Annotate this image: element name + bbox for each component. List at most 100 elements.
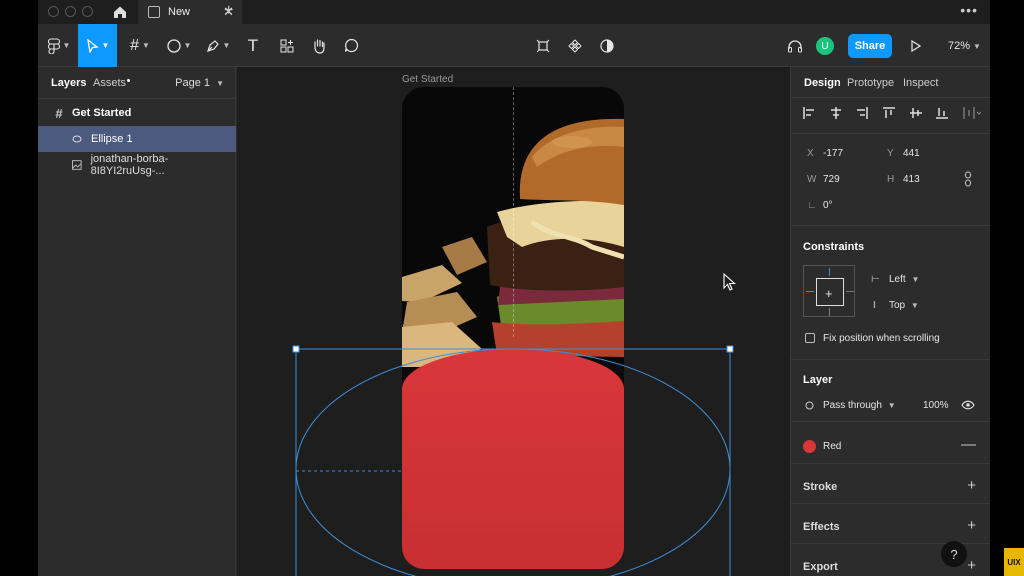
zoom-dropdown[interactable]: 72% ▼	[948, 40, 981, 52]
w-label: W	[807, 174, 817, 185]
tab-label: New	[168, 6, 191, 18]
crop-tool-button[interactable]	[532, 24, 554, 67]
pen-tool-button[interactable]: ▼	[202, 24, 234, 67]
resources-tool-button[interactable]	[276, 24, 298, 67]
zoom-value: 72%	[948, 40, 971, 52]
comment-tool-button[interactable]	[340, 24, 362, 67]
frame-tool-button[interactable]: # ▼	[124, 24, 156, 67]
constraint-bottom-line[interactable]	[829, 308, 830, 316]
tab-assets[interactable]: Assets	[93, 77, 131, 89]
page-dropdown[interactable]: Page 1 ▼	[175, 77, 224, 89]
constraint-left-line[interactable]	[806, 291, 814, 292]
y-label: Y	[887, 148, 894, 159]
add-export-icon[interactable]: +	[967, 557, 976, 574]
user-avatar[interactable]: U	[816, 37, 834, 55]
effects-section-title: Effects	[803, 521, 840, 533]
more-options-icon[interactable]: •••	[960, 2, 978, 18]
alignment-toolbar	[803, 105, 981, 121]
transform-icon	[536, 39, 550, 52]
align-horizontal-center-icon[interactable]	[830, 107, 842, 119]
tab-assets-label: Assets	[93, 77, 127, 89]
layer-name: Ellipse 1	[91, 133, 133, 145]
component-tool-button[interactable]	[564, 24, 586, 67]
tab-inspect[interactable]: Inspect	[903, 77, 938, 89]
opacity-input[interactable]: 100%	[923, 400, 949, 411]
image-icon	[72, 160, 82, 170]
divider	[791, 463, 990, 464]
vertical-constraint-icon: I	[873, 300, 876, 311]
export-section-title: Export	[803, 561, 838, 573]
blend-mode-dropdown[interactable]: Pass through ▼	[823, 400, 896, 411]
text-tool-icon[interactable]: T	[242, 24, 264, 67]
fill-style-name[interactable]: Red	[823, 441, 841, 452]
remove-fill-icon[interactable]: —	[961, 436, 976, 453]
y-input[interactable]: 441	[903, 148, 920, 159]
rotation-input[interactable]: 0°	[823, 200, 833, 211]
figma-logo-icon	[47, 37, 60, 54]
x-input[interactable]: -177	[823, 148, 843, 159]
layers-panel: Layers Assets Page 1 ▼ # Get Started Ell…	[38, 67, 236, 576]
align-right-icon[interactable]	[856, 107, 869, 119]
frame-hash-icon: #	[130, 36, 139, 54]
audio-button[interactable]	[784, 24, 806, 67]
fix-position-label: Fix position when scrolling	[823, 333, 940, 344]
layer-ellipse-1[interactable]: Ellipse 1	[38, 126, 236, 152]
frame-label[interactable]: Get Started	[402, 74, 453, 85]
watermark-logo: UIX	[1004, 548, 1024, 576]
mouse-cursor-icon	[723, 273, 736, 291]
blend-mode-value: Pass through	[823, 400, 882, 411]
present-button[interactable]	[906, 24, 926, 67]
stroke-section-title: Stroke	[803, 481, 838, 493]
tab-design[interactable]: Design	[804, 77, 841, 89]
align-top-icon[interactable]	[882, 107, 895, 119]
align-bottom-icon[interactable]	[936, 107, 949, 119]
close-window-button[interactable]	[48, 6, 59, 17]
move-tool-button[interactable]: ▼	[78, 24, 117, 67]
canvas[interactable]: Get Started	[237, 67, 790, 576]
constraint-top-line[interactable]	[829, 268, 830, 276]
x-label: X	[807, 148, 814, 159]
divider	[791, 97, 990, 98]
width-input[interactable]: 729	[823, 174, 840, 185]
layer-image[interactable]: jonathan-borba-8I8YI2ruUsg-...	[38, 152, 236, 178]
constrain-proportions-icon[interactable]	[963, 171, 973, 187]
new-tab-icon[interactable]: +	[224, 2, 233, 20]
toolbar: ▼ ▼ # ▼ ▼ ▼ T U Share 72% ▼	[38, 24, 990, 67]
tab-prototype[interactable]: Prototype	[847, 77, 894, 89]
move-arrow-icon	[86, 38, 99, 53]
rotation-icon: ∟	[807, 200, 817, 211]
height-input[interactable]: 413	[903, 174, 920, 185]
divider	[791, 421, 990, 422]
divider	[791, 503, 990, 504]
help-button[interactable]: ?	[941, 541, 967, 567]
constraint-widget[interactable]: +	[803, 265, 855, 317]
frame-icon: #	[55, 105, 63, 121]
layer-get-started[interactable]: # Get Started	[38, 100, 236, 126]
add-effect-icon[interactable]: +	[967, 517, 976, 534]
ellipse-tool-icon	[166, 38, 181, 53]
divider	[791, 359, 990, 360]
align-left-icon[interactable]	[803, 107, 815, 119]
fix-position-checkbox[interactable]	[805, 333, 815, 343]
horizontal-constraint-dropdown[interactable]: Left ▼	[889, 274, 919, 285]
tab-layers[interactable]: Layers	[51, 77, 86, 89]
add-stroke-icon[interactable]: +	[967, 477, 976, 494]
home-icon[interactable]	[112, 4, 128, 20]
divider	[791, 133, 990, 134]
constraint-right-line[interactable]	[846, 291, 854, 292]
distribute-icon[interactable]	[963, 107, 981, 119]
constraints-title: Constraints	[803, 241, 865, 253]
eye-icon[interactable]	[961, 400, 975, 410]
hand-tool-button[interactable]	[308, 24, 330, 67]
main-menu-button[interactable]: ▼	[44, 24, 74, 67]
shape-tool-button[interactable]: ▼	[162, 24, 196, 67]
maximize-window-button[interactable]	[82, 6, 93, 17]
contrast-tool-button[interactable]	[596, 24, 618, 67]
fill-color-swatch[interactable]	[803, 440, 816, 453]
share-button[interactable]: Share	[848, 34, 892, 58]
minimize-window-button[interactable]	[65, 6, 76, 17]
vertical-constraint-dropdown[interactable]: Top ▼	[889, 300, 919, 311]
ellipse-red-fill[interactable]	[402, 349, 624, 569]
layer-name: Get Started	[72, 107, 132, 119]
align-vertical-center-icon[interactable]	[909, 107, 922, 119]
